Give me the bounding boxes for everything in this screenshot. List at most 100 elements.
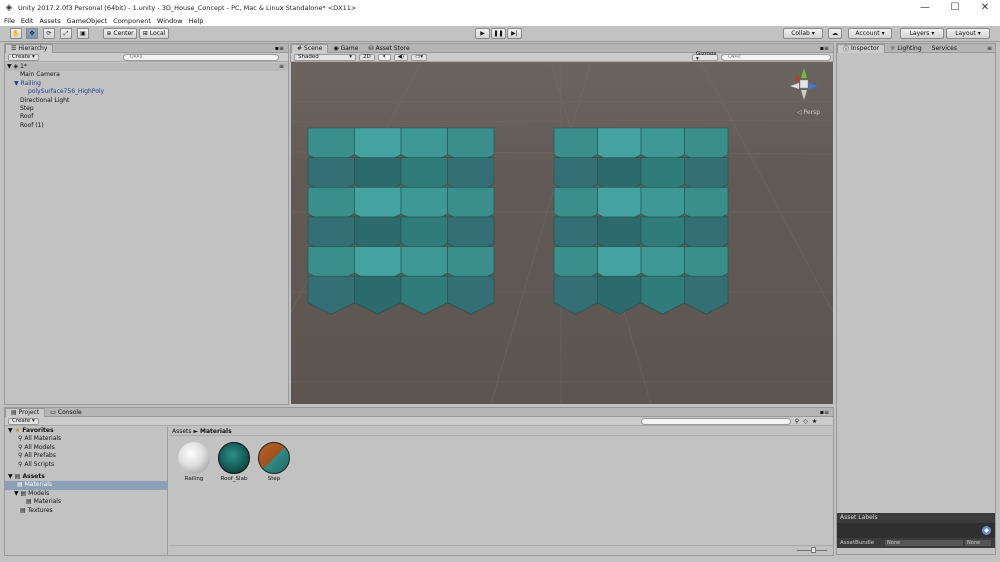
menu-file[interactable]: File — [4, 17, 15, 25]
play-button[interactable]: ▶ — [475, 28, 490, 39]
breadcrumb-assets[interactable]: Assets — [172, 428, 192, 435]
store-icon: ⛁ — [368, 44, 374, 52]
folder-materials-selected[interactable]: ▤ Materials — [5, 481, 167, 490]
material-label-roof-slab[interactable]: Roof_Slab — [214, 476, 254, 482]
create-dropdown[interactable]: Create ▾ — [8, 53, 39, 61]
project-create-dropdown[interactable]: Create ▾ — [8, 417, 39, 425]
tab-console[interactable]: ▭ Console — [45, 408, 87, 417]
cloud-icon[interactable]: ☁ — [828, 28, 842, 39]
lighting-toggle-icon[interactable]: ☀ — [377, 53, 391, 61]
effects-dropdown-icon[interactable]: ▭▾ — [411, 53, 428, 61]
foldout-open-icon: ▼ — [14, 489, 19, 497]
folder-icon: ▤ — [26, 498, 32, 506]
tab-game[interactable]: ◉ Game — [328, 44, 363, 53]
favorite-star-icon[interactable]: ★ — [812, 418, 817, 425]
tab-services[interactable]: Services — [927, 44, 962, 53]
scale-tool-icon[interactable]: ⤢ — [60, 28, 72, 39]
asset-variant-dropdown[interactable]: None — [965, 540, 991, 546]
panel-menu-icon[interactable]: ▪≡ — [820, 45, 829, 52]
hierarchy-item-step[interactable]: Step — [5, 105, 288, 113]
favorites-header[interactable]: ▼ ★ Favorites — [8, 427, 167, 435]
scene-search-input[interactable]: Q▾All — [721, 53, 832, 61]
2d-toggle-button[interactable]: 2D — [359, 53, 375, 61]
scene-root-row[interactable]: ▼ ◈ 1* ≡ — [5, 63, 288, 72]
tab-lighting[interactable]: ☼ Lighting — [885, 44, 927, 53]
search-icon: ⚲ — [18, 443, 23, 451]
hierarchy-item-railing[interactable]: ▼ Railing — [5, 80, 288, 88]
label-tag-icon[interactable]: ◆ — [982, 526, 991, 535]
asset-bundle-dropdown[interactable]: None — [885, 540, 963, 546]
material-thumb-roof-slab[interactable] — [218, 442, 250, 474]
project-content: Assets ► Materials Railing Roof_Slab Ste… — [169, 427, 834, 556]
breadcrumb: Assets ► Materials — [169, 427, 834, 436]
project-search-input[interactable] — [640, 417, 791, 425]
breadcrumb-materials[interactable]: Materials — [200, 428, 232, 435]
panel-menu-icon[interactable]: ≡ — [987, 45, 992, 52]
layout-dropdown[interactable]: Layout ▾ — [946, 28, 990, 39]
scene-viewport[interactable]: ◁ Persp — [291, 62, 833, 404]
tab-project[interactable]: ▤ Project — [5, 407, 46, 417]
panel-menu-icon[interactable]: ▪≡ — [820, 409, 829, 416]
folder-models-materials[interactable]: ▤ Materials — [8, 498, 167, 506]
folder-models[interactable]: ▼ ▤ Models — [8, 490, 167, 498]
scene-menu-icon[interactable]: ≡ — [279, 63, 284, 71]
layers-dropdown[interactable]: Layers ▾ — [900, 28, 944, 39]
folder-icon: ▤ — [20, 489, 27, 497]
assets-header[interactable]: ▼ ▤ Assets — [8, 473, 167, 481]
hierarchy-search-input[interactable]: Q▾All — [122, 53, 279, 61]
asset-bundle-row: AssetBundle None None — [837, 538, 995, 548]
filter-label-icon[interactable]: ◇ — [803, 418, 808, 425]
collab-dropdown[interactable]: Collab ▾ — [783, 28, 823, 39]
folder-textures[interactable]: ▤ Textures — [8, 507, 167, 515]
hand-tool-icon[interactable]: ✋ — [10, 28, 22, 39]
pause-button[interactable]: ❚❚ — [491, 28, 506, 39]
material-thumb-railing[interactable] — [178, 442, 210, 474]
shading-mode-dropdown[interactable]: Shaded ▾ — [294, 53, 356, 61]
menu-window[interactable]: Window — [157, 17, 183, 25]
menu-assets[interactable]: Assets — [39, 17, 60, 25]
hierarchy-item-roof[interactable]: Roof — [5, 113, 288, 121]
pivot-center-button[interactable]: ⊕ Center — [103, 28, 137, 39]
menu-component[interactable]: Component — [113, 17, 151, 25]
favorite-all-models[interactable]: ⚲ All Models — [8, 444, 167, 452]
panel-menu-icon[interactable]: ▪≡ — [275, 45, 284, 52]
foldout-open-icon: ▼ — [14, 79, 19, 87]
menu-help[interactable]: Help — [189, 17, 204, 25]
account-dropdown[interactable]: Account ▾ — [848, 28, 892, 39]
tab-hierarchy[interactable]: ☰ Hierarchy — [5, 43, 54, 53]
step-button[interactable]: ▶| — [507, 28, 522, 39]
material-label-step[interactable]: Step — [254, 476, 294, 482]
slider-handle[interactable] — [811, 547, 816, 553]
rect-tool-icon[interactable]: ▣ — [77, 28, 89, 39]
material-thumb-step[interactable] — [258, 442, 290, 474]
tab-asset-store[interactable]: ⛁ Asset Store — [363, 44, 414, 53]
material-label-railing[interactable]: Railing — [174, 476, 214, 482]
maximize-button[interactable]: ☐ — [940, 0, 970, 16]
menu-gameobject[interactable]: GameObject — [67, 17, 108, 25]
menu-edit[interactable]: Edit — [21, 17, 34, 25]
hierarchy-item-directional-light[interactable]: Directional Light — [5, 97, 288, 105]
project-footer — [169, 545, 834, 555]
hierarchy-item-main-camera[interactable]: Main Camera — [5, 71, 288, 79]
tab-scene[interactable]: # Scene — [291, 43, 329, 53]
favorite-all-materials[interactable]: ⚲ All Materials — [8, 435, 167, 443]
foldout-open-icon: ▼ — [8, 427, 13, 434]
persp-label[interactable]: ◁ Persp — [797, 109, 820, 116]
scene-panel-header: # Scene ◉ Game ⛁ Asset Store ▪≡ Shaded ▾ 2D … — [290, 43, 834, 62]
pivot-local-button[interactable]: ⊞ Local — [139, 28, 169, 39]
tab-inspector[interactable]: ⓘ Inspector — [837, 43, 886, 53]
game-icon: ◉ — [333, 44, 339, 52]
hierarchy-item-polysurface[interactable]: polySurface756_HighPoly — [5, 88, 288, 96]
hierarchy-item-roof-1[interactable]: Roof (1) — [5, 122, 288, 130]
gizmos-dropdown[interactable]: Gizmos ▾ — [692, 51, 719, 62]
favorite-all-scripts[interactable]: ⚲ All Scripts — [8, 461, 167, 469]
foldout-open-icon: ▼ — [7, 63, 12, 70]
filter-type-icon[interactable]: ⚲ — [795, 418, 799, 425]
minimize-button[interactable]: — — [910, 0, 940, 16]
favorite-all-prefabs[interactable]: ⚲ All Prefabs — [8, 452, 167, 460]
close-button[interactable]: ✕ — [970, 0, 1000, 16]
scene-view-svg[interactable]: ◁ Persp — [291, 62, 833, 404]
move-tool-icon[interactable]: ✥ — [26, 28, 38, 39]
audio-toggle-icon[interactable]: ◀) — [393, 53, 409, 61]
rotate-tool-icon[interactable]: ⟳ — [43, 28, 55, 39]
